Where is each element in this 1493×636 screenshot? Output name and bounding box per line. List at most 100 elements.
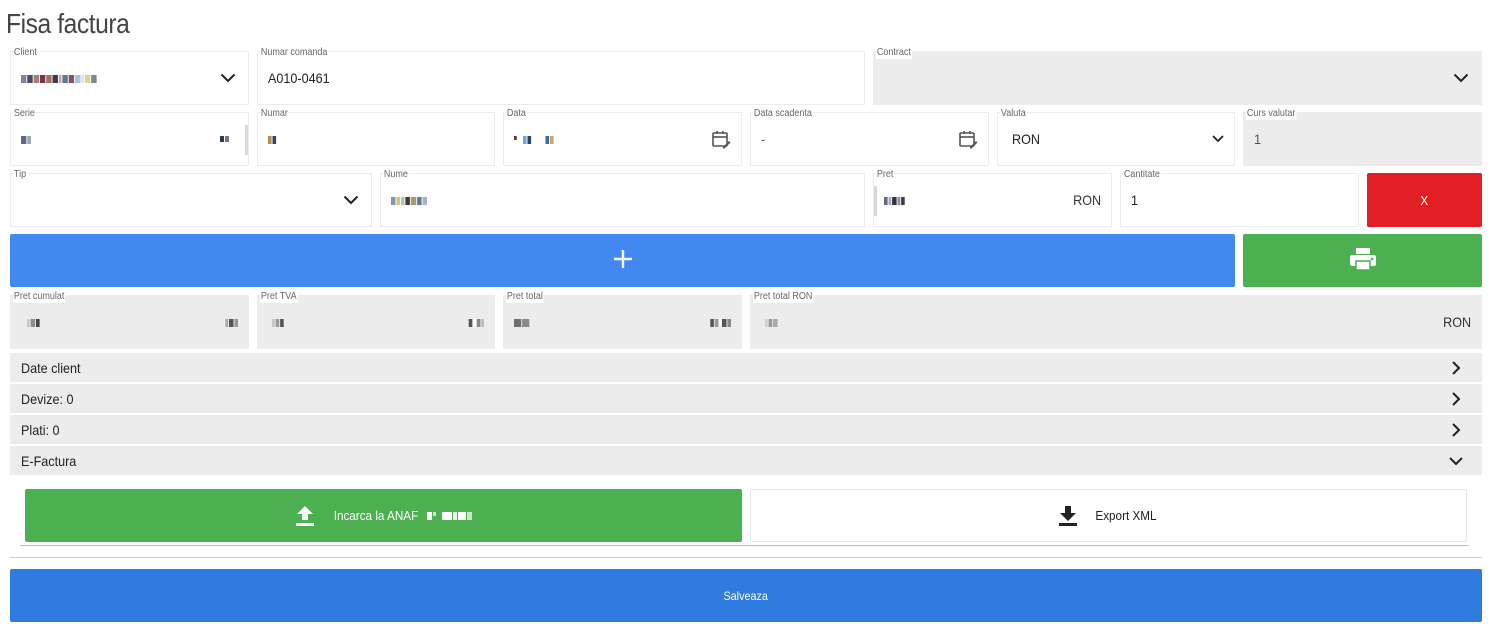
accordion-label: Plati: 0 bbox=[21, 421, 60, 438]
upload-anaf-label: Incarca la ANAF bbox=[333, 508, 419, 523]
chevron-down-icon bbox=[341, 190, 361, 210]
divider bbox=[10, 557, 1482, 558]
cantitate-label: Cantitate bbox=[1123, 169, 1161, 181]
nume-field[interactable]: Nume bbox=[380, 169, 865, 227]
data-field[interactable]: Data bbox=[503, 108, 742, 166]
curs-valutar-field: Curs valutar 1 bbox=[1243, 108, 1482, 166]
redacted-text bbox=[21, 75, 97, 84]
pret-total-currency bbox=[710, 314, 731, 330]
cantitate-value: 1 bbox=[1131, 192, 1139, 208]
tip-select[interactable]: Tip bbox=[10, 169, 372, 227]
print-button[interactable] bbox=[1243, 234, 1482, 287]
redacted-text bbox=[426, 511, 472, 520]
serie-code-icon bbox=[214, 129, 234, 149]
redacted-text bbox=[391, 197, 427, 206]
redacted-text bbox=[765, 319, 778, 328]
accordion-label: E-Factura bbox=[21, 452, 77, 469]
pret-tva-label: Pret TVA bbox=[260, 291, 298, 303]
contract-select[interactable]: Contract bbox=[873, 47, 1482, 105]
pret-currency: RON bbox=[1072, 192, 1101, 208]
nume-value bbox=[391, 192, 427, 208]
client-value bbox=[21, 70, 97, 86]
chevron-down-icon bbox=[1451, 68, 1471, 88]
upload-icon bbox=[295, 505, 315, 527]
pret-total-ron-label: Pret total RON bbox=[753, 291, 814, 303]
data-scadenta-label: Data scadenta bbox=[753, 108, 813, 120]
pret-field[interactable]: Pret RON bbox=[873, 169, 1112, 227]
divider bbox=[874, 186, 877, 216]
printer-icon bbox=[1349, 247, 1377, 274]
pret-tva-field: Pret TVA bbox=[257, 291, 495, 349]
pret-cumulat-label: Pret cumulat bbox=[13, 291, 66, 303]
redacted-text bbox=[21, 136, 31, 145]
pret-total-ron-currency: RON bbox=[1442, 314, 1471, 330]
divider bbox=[245, 125, 248, 155]
cantitate-field[interactable]: Cantitate 1 bbox=[1120, 169, 1359, 227]
curs-valutar-label: Curs valutar bbox=[1246, 108, 1297, 120]
contract-label: Contract bbox=[876, 47, 912, 59]
remove-item-button[interactable]: X bbox=[1367, 173, 1482, 227]
accordion-label: Devize: 0 bbox=[21, 390, 74, 407]
valuta-select[interactable]: Valuta RON bbox=[997, 108, 1235, 166]
numar-field[interactable]: Numar bbox=[257, 108, 495, 166]
export-xml-button[interactable]: Export XML bbox=[750, 489, 1467, 542]
serie-label: Serie bbox=[13, 108, 36, 120]
chevron-down-icon bbox=[1448, 453, 1464, 469]
accordion-date-client[interactable]: Date client bbox=[10, 353, 1482, 383]
valuta-label: Valuta bbox=[1000, 108, 1027, 120]
redacted-text bbox=[272, 319, 284, 328]
pret-tva-value bbox=[272, 314, 284, 330]
tip-label: Tip bbox=[13, 169, 27, 181]
calendar-edit-icon[interactable] bbox=[958, 129, 978, 149]
pret-total-label: Pret total bbox=[506, 291, 544, 303]
data-value bbox=[514, 131, 554, 147]
chevron-down-icon bbox=[1208, 129, 1228, 149]
client-label: Client bbox=[13, 47, 38, 59]
pret-tva-currency bbox=[468, 314, 484, 330]
curs-valutar-value: 1 bbox=[1254, 131, 1262, 147]
nume-label: Nume bbox=[383, 169, 409, 181]
pret-total-field: Pret total bbox=[503, 291, 742, 349]
upload-anaf-button[interactable]: Incarca la ANAF bbox=[25, 489, 742, 542]
numar-comanda-label: Numar comanda bbox=[260, 47, 329, 59]
redacted-text bbox=[27, 319, 40, 328]
pret-cumulat-currency bbox=[225, 314, 238, 330]
page-title: Fisa factura bbox=[6, 8, 130, 39]
chevron-right-icon bbox=[1448, 391, 1464, 407]
remove-item-label: X bbox=[1420, 192, 1429, 208]
client-select[interactable]: Client bbox=[10, 47, 249, 105]
redacted-text bbox=[268, 136, 277, 145]
serie-select[interactable]: Serie bbox=[10, 108, 249, 166]
data-scadenta-field[interactable]: Data scadenta - bbox=[750, 108, 989, 166]
numar-comanda-field[interactable]: Numar comanda A010-0461 bbox=[257, 47, 865, 105]
redacted-text bbox=[514, 319, 530, 328]
save-label: Salveaza bbox=[723, 588, 769, 603]
save-button[interactable]: Salveaza bbox=[10, 569, 1482, 622]
data-scadenta-value: - bbox=[761, 131, 766, 147]
pret-cumulat-value bbox=[27, 314, 40, 330]
accordion-plati[interactable]: Plati: 0 bbox=[10, 415, 1482, 445]
valuta-value: RON bbox=[1012, 131, 1041, 147]
plus-icon bbox=[612, 248, 634, 273]
pret-cumulat-field: Pret cumulat bbox=[10, 291, 249, 349]
export-xml-label: Export XML bbox=[1094, 508, 1157, 523]
redacted-text bbox=[514, 136, 554, 145]
pret-value bbox=[884, 192, 905, 208]
chevron-down-icon bbox=[218, 68, 238, 88]
calendar-edit-icon[interactable] bbox=[711, 129, 731, 149]
divider bbox=[20, 545, 1469, 546]
chevron-right-icon bbox=[1448, 422, 1464, 438]
pret-total-ron-value bbox=[765, 314, 778, 330]
download-icon bbox=[1058, 505, 1078, 527]
accordion-label: Date client bbox=[21, 359, 81, 376]
chevron-right-icon bbox=[1448, 360, 1464, 376]
accordion-devize[interactable]: Devize: 0 bbox=[10, 384, 1482, 414]
numar-label: Numar bbox=[260, 108, 289, 120]
data-label: Data bbox=[506, 108, 527, 120]
pret-total-value bbox=[514, 314, 530, 330]
pret-total-ron-field: Pret total RON RON bbox=[750, 291, 1482, 349]
pret-label: Pret bbox=[876, 169, 895, 181]
accordion-e-factura[interactable]: E-Factura bbox=[10, 446, 1482, 476]
numar-value bbox=[268, 131, 277, 147]
add-item-button[interactable] bbox=[10, 234, 1235, 287]
